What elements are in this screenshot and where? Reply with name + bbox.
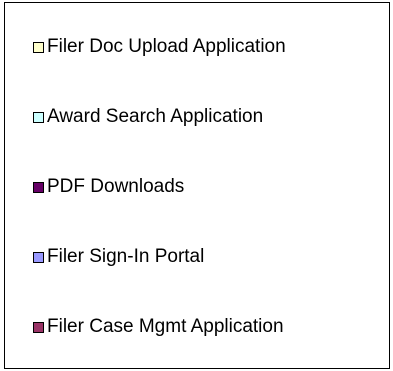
legend-label: PDF Downloads: [47, 176, 185, 197]
legend-item: Filer Case Mgmt Application: [33, 316, 284, 338]
legend-label: Filer Sign-In Portal: [47, 246, 205, 267]
legend-box: Filer Doc Upload Application Award Search…: [4, 2, 390, 369]
legend-swatch: [33, 251, 44, 263]
legend-item: Filer Sign-In Portal: [33, 246, 204, 268]
legend-label: Filer Doc Upload Application: [47, 36, 286, 57]
legend-swatch: [33, 41, 44, 53]
legend-list: Filer Doc Upload Application Award Search…: [5, 3, 389, 368]
legend-item: Award Search Application: [33, 106, 263, 128]
legend-swatch: [33, 181, 44, 193]
legend-item: Filer Doc Upload Application: [33, 36, 286, 58]
legend-swatch: [33, 111, 44, 123]
legend-item: PDF Downloads: [33, 176, 184, 198]
legend-swatch: [33, 321, 44, 333]
legend-label: Award Search Application: [47, 106, 264, 127]
legend-label: Filer Case Mgmt Application: [47, 316, 284, 337]
